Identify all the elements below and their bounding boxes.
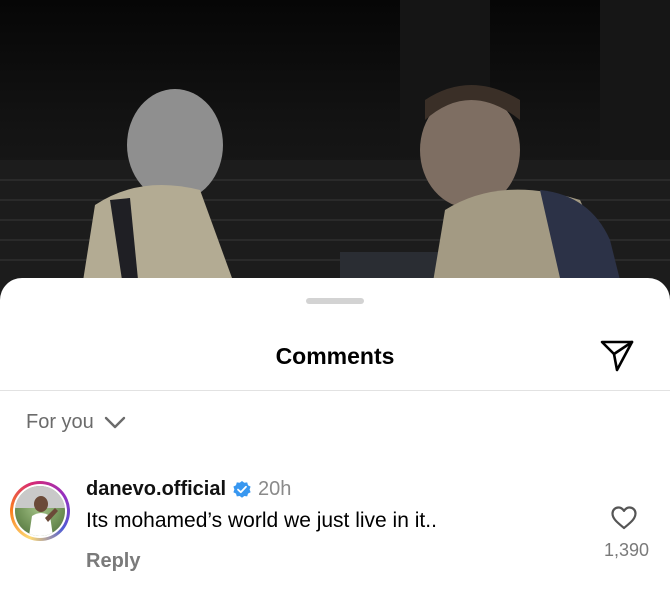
video-background[interactable] (0, 0, 670, 300)
sheet-title: Comments (275, 343, 395, 369)
comment-text: Its mohamed’s world we just live in it.. (86, 509, 437, 532)
header-divider (0, 390, 670, 391)
verified-badge-icon (233, 480, 251, 498)
comment-filter-dropdown[interactable]: For you (26, 411, 126, 434)
avatar-story-ring[interactable] (10, 481, 70, 541)
heart-icon (611, 506, 637, 530)
chevron-down-icon (104, 416, 126, 428)
comment-username[interactable]: danevo.official (86, 478, 226, 501)
comments-sheet: Comments For you danevo.official 20h Its… (0, 278, 670, 600)
reply-button[interactable]: Reply (86, 550, 140, 573)
avatar (15, 486, 65, 536)
like-count: 1,390 (603, 540, 649, 560)
filter-label: For you (26, 411, 94, 433)
comment-item: danevo.official 20h Its mohamed’s world … (0, 478, 670, 588)
share-button[interactable] (596, 336, 638, 376)
sheet-grabber-handle[interactable] (306, 298, 364, 304)
comment-timestamp: 20h (258, 478, 292, 500)
like-button[interactable] (608, 502, 640, 534)
comment-meta: danevo.official 20h (86, 478, 291, 501)
video-frame (0, 0, 670, 300)
send-icon (600, 340, 634, 372)
